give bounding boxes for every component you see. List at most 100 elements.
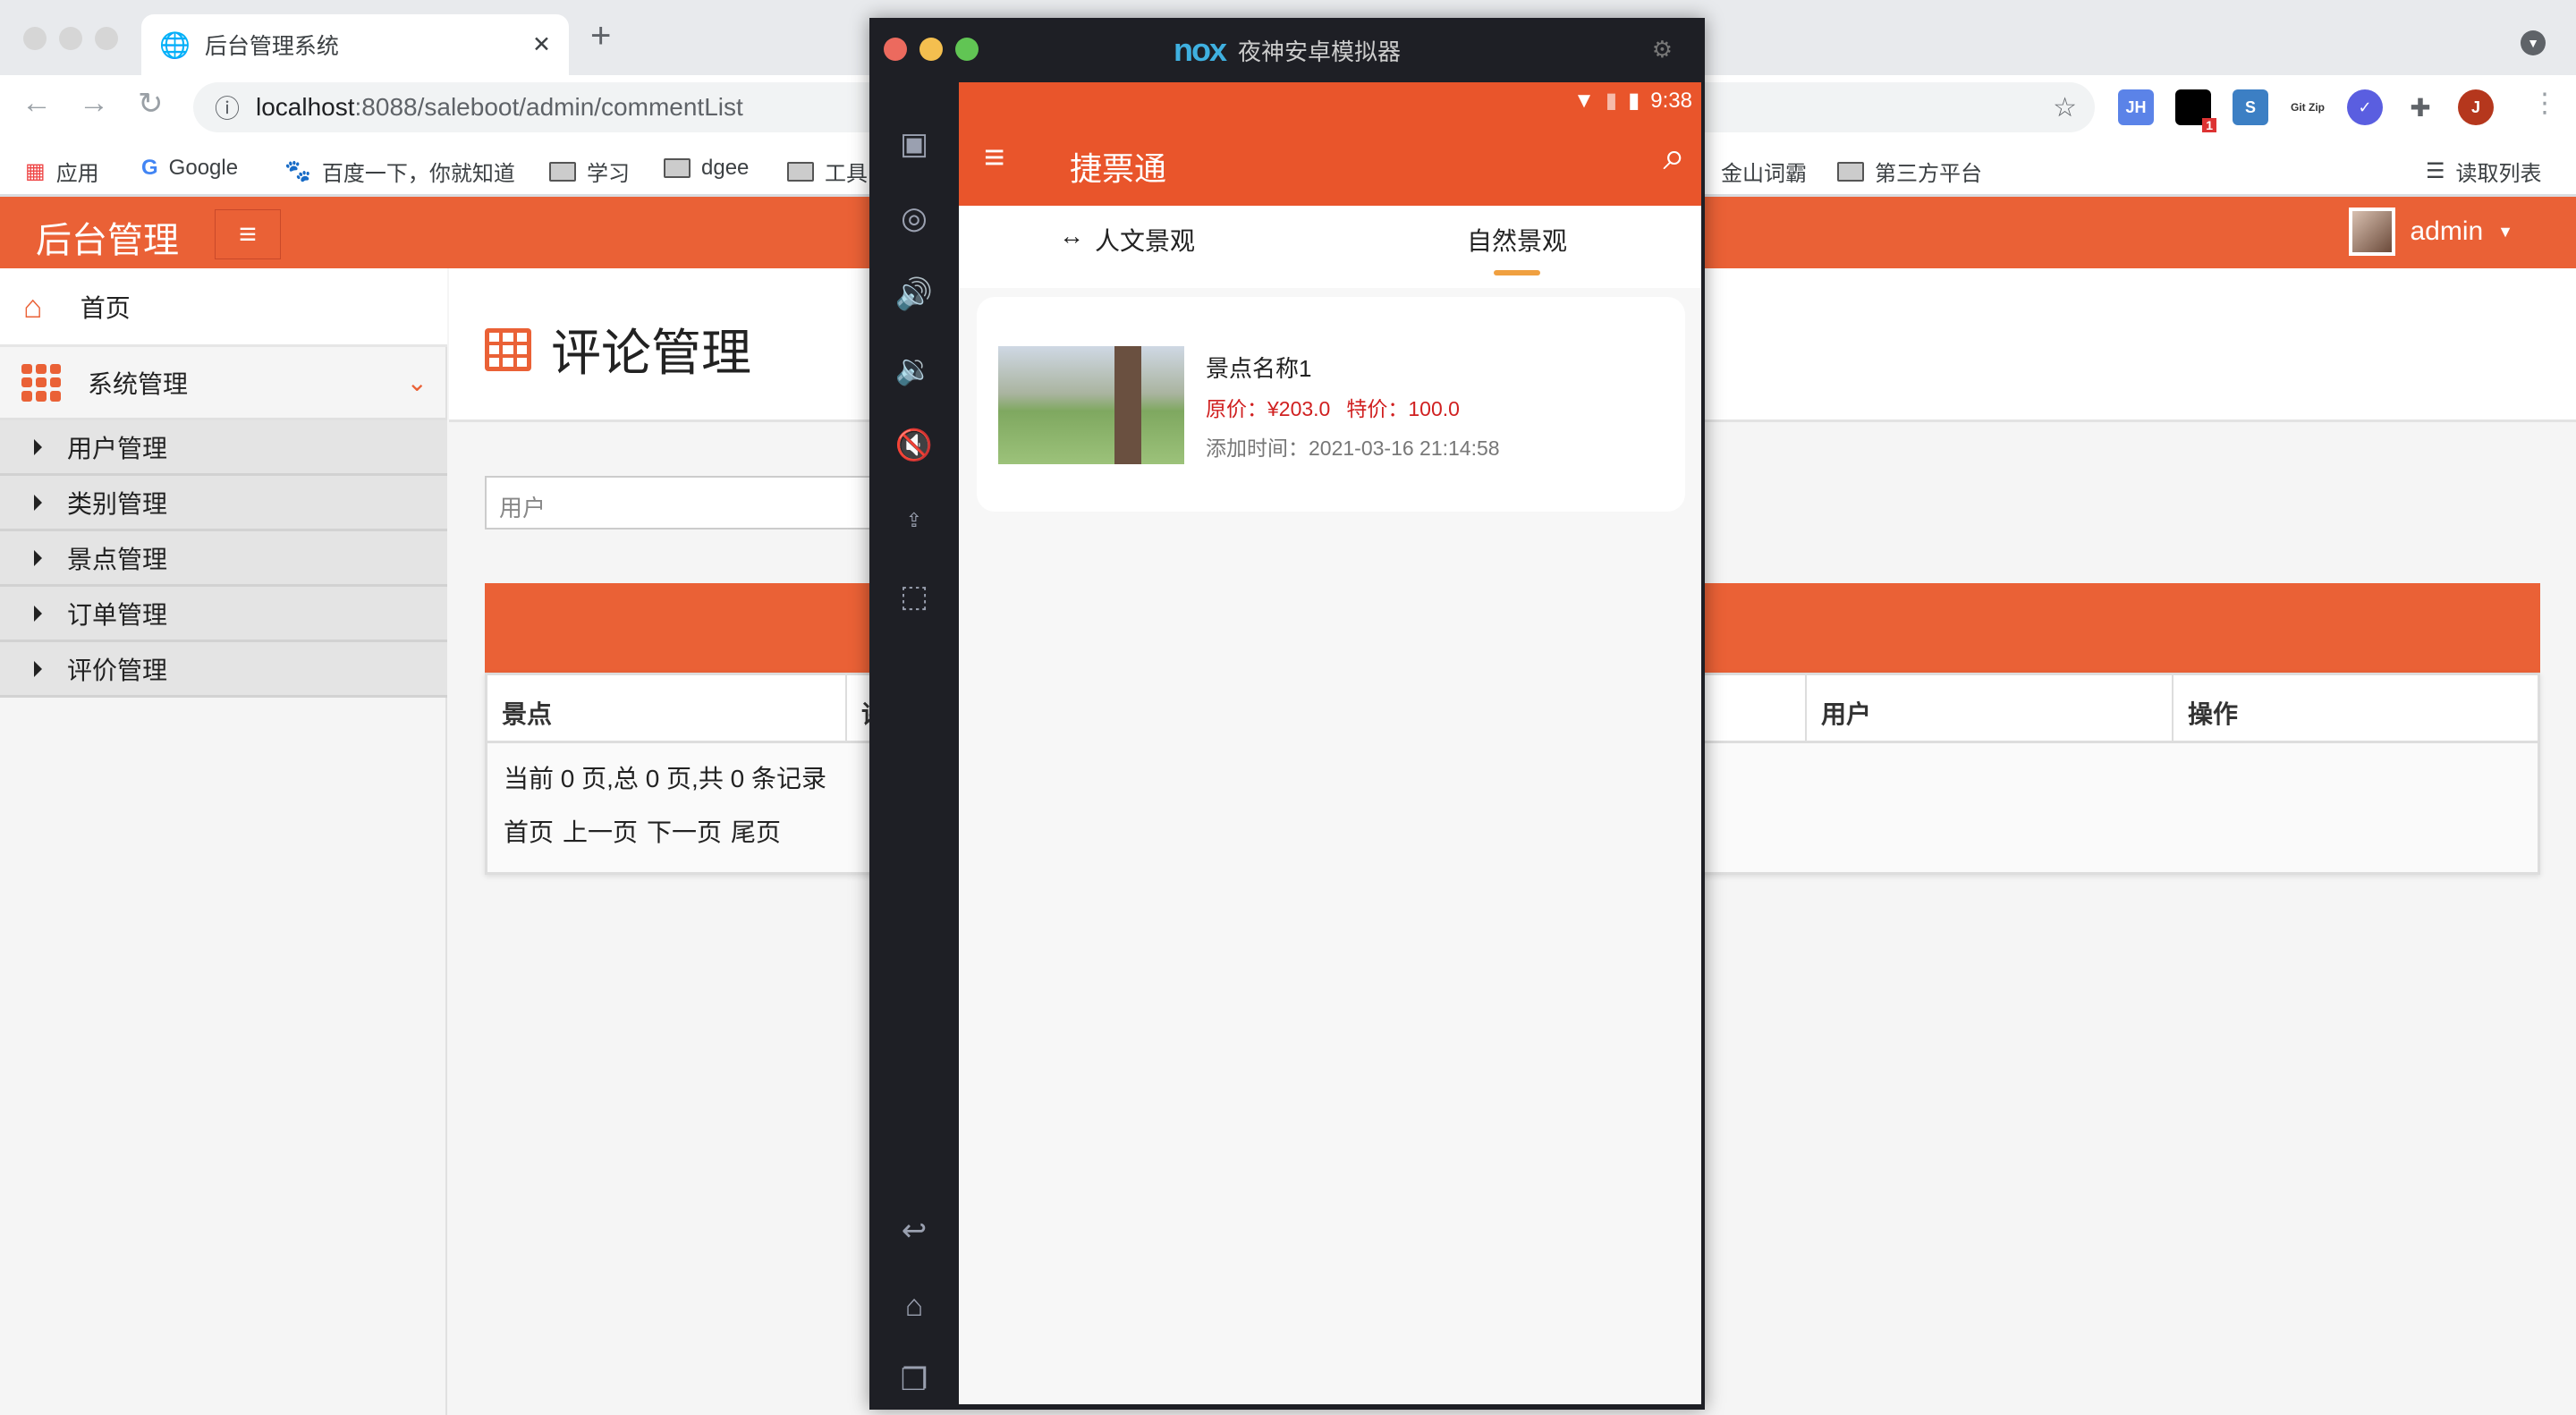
baidu-paw-icon: 🐾 — [284, 159, 311, 183]
spot-prices: 原价：¥203.0 特价：100.0 — [1206, 392, 1460, 422]
active-tab-indicator — [1494, 270, 1540, 275]
added-time: 添加时间：2021-03-16 21:14:58 — [1206, 436, 1500, 460]
home-icon[interactable]: ⌂ — [893, 1284, 936, 1327]
extension-gitzip-icon[interactable]: Git Zip — [2290, 89, 2326, 125]
next-page-link[interactable]: 下一页 — [647, 813, 722, 849]
settings-gear-icon[interactable]: ⚙ — [1652, 36, 1673, 64]
tab-nature[interactable]: 自然景观 — [1467, 222, 1567, 275]
forward-icon[interactable]: → — [79, 86, 109, 121]
folder-icon — [664, 158, 691, 178]
nox-logo: nox — [1173, 31, 1227, 68]
reload-icon[interactable]: ↻ — [138, 86, 164, 122]
apps-grid-icon: ▦ — [25, 159, 46, 183]
status-bar: ▼ ▮ ▮ 9:38 — [1573, 88, 1692, 114]
last-page-link[interactable]: 尾页 — [731, 813, 781, 849]
extension-s-icon[interactable]: S — [2233, 89, 2268, 125]
bookmark-folder[interactable]: 第三方平台 — [1837, 156, 1982, 187]
app-brand[interactable]: 后台管理 — [36, 211, 179, 263]
close-tab-icon[interactable]: ✕ — [532, 31, 551, 58]
bookmark-label: 学习 — [587, 162, 630, 186]
extension-check-icon[interactable]: ✓ — [2347, 89, 2383, 125]
location-icon[interactable]: ◎ — [893, 197, 936, 240]
keyboard-robot-icon[interactable]: ▣ — [893, 123, 936, 165]
back-icon[interactable]: ← — [21, 86, 52, 121]
sidebar-item-home[interactable]: ⌂ 首页 — [0, 268, 447, 347]
bookmark-label: 金山词霸 — [1721, 162, 1807, 186]
url-host: localhost — [256, 93, 355, 121]
sidebar-item-reviews[interactable]: 评价管理 — [0, 642, 447, 698]
browser-menu-icon[interactable]: ⋮ — [2531, 88, 2558, 119]
extension-badge: 1 — [2202, 118, 2216, 132]
window-close-button[interactable] — [23, 27, 47, 50]
screen-record-icon[interactable]: ⬚ — [893, 575, 936, 618]
apk-install-icon[interactable]: ⇪ — [893, 499, 936, 542]
apps-grid-icon — [21, 363, 61, 402]
hamburger-icon[interactable]: ≡ — [984, 138, 1004, 178]
caret-right-icon — [34, 660, 42, 677]
bookmark-google[interactable]: G Google — [141, 156, 238, 181]
spot-card[interactable]: 景点名称1 原价：¥203.0 特价：100.0 添加时间：2021-03-16… — [977, 297, 1685, 512]
mute-icon[interactable]: 🔇 — [893, 424, 936, 467]
pager: 首页 上一页 下一页 尾页 — [504, 813, 781, 849]
sidebar-item-users[interactable]: 用户管理 — [0, 420, 447, 476]
phone-app-title: 捷票通 — [1070, 150, 1167, 187]
sidebar-group-system[interactable]: 系统管理 ⌄ — [0, 347, 447, 420]
browser-tab[interactable]: 🌐 后台管理系统 ✕ — [141, 14, 569, 75]
bookmark-folder[interactable]: 工具 — [787, 156, 868, 187]
bookmark-label: 百度一下，你就知道 — [321, 162, 515, 186]
bookmark-jinshan[interactable]: 金山词霸 — [1721, 156, 1807, 187]
sidebar-item-label: 用户管理 — [67, 434, 168, 462]
home-icon: ⌂ — [23, 287, 43, 325]
bookmark-baidu[interactable]: 🐾 百度一下，你就知道 — [284, 156, 515, 187]
extensions-puzzle-icon[interactable]: ✚ — [2402, 89, 2438, 125]
bookmark-label: 应用 — [55, 162, 99, 186]
volume-up-icon[interactable]: 🔊 — [893, 273, 936, 316]
search-icon[interactable]: ⌕ — [1663, 134, 1685, 179]
table-icon — [485, 327, 531, 371]
sidebar-toggle-button[interactable]: ≡ — [215, 209, 281, 259]
sidebar-item-spots[interactable]: 景点管理 — [0, 531, 447, 587]
profile-avatar[interactable]: J — [2458, 89, 2494, 125]
sidebar-item-label: 景点管理 — [67, 545, 168, 573]
bookmark-label: 第三方平台 — [1875, 162, 1982, 186]
new-tab-button[interactable]: + — [590, 16, 611, 56]
user-menu[interactable]: admin ▼ — [2349, 208, 2513, 256]
folder-icon — [549, 161, 576, 182]
wifi-icon: ▼ — [1573, 88, 1595, 113]
url-path: :8088/saleboot/admin/commentList — [354, 93, 743, 121]
window-zoom-button[interactable] — [95, 27, 118, 50]
user-search-input[interactable]: 用户 — [485, 476, 932, 530]
window-minimize-button[interactable] — [59, 27, 82, 50]
extension-badge-icon[interactable]: 1 — [2175, 89, 2216, 132]
sidebar-item-label: 评价管理 — [67, 656, 168, 684]
sidebar-item-categories[interactable]: 类别管理 — [0, 476, 447, 531]
special-price: 特价：100.0 — [1346, 397, 1460, 420]
extension-jh-icon[interactable]: JH — [2118, 89, 2154, 125]
back-icon[interactable]: ↩ — [893, 1209, 936, 1252]
bookmark-star-icon[interactable]: ☆ — [2053, 92, 2077, 123]
volume-down-icon[interactable]: 🔉 — [893, 348, 936, 391]
hamburger-icon: ≡ — [239, 216, 257, 251]
reading-list-button[interactable]: ☰ 读取列表 — [2426, 156, 2542, 187]
tab-search-icon[interactable]: ▼ — [2521, 30, 2546, 55]
sidebar-item-label: 订单管理 — [67, 600, 168, 629]
first-page-link[interactable]: 首页 — [504, 813, 554, 849]
recent-apps-icon[interactable]: ❐ — [893, 1359, 936, 1402]
bookmark-folder[interactable]: dgee — [664, 156, 749, 181]
tab-label: 自然景观 — [1467, 227, 1568, 255]
bookmark-label: 工具 — [825, 162, 868, 186]
sidebar-group-label: 系统管理 — [88, 369, 189, 398]
page-title: 评论管理 — [485, 313, 751, 386]
bookmark-apps[interactable]: ▦ 应用 — [25, 156, 99, 187]
tab-culture[interactable]: ↔ 人文景观 — [1059, 222, 1195, 258]
bookmark-folder[interactable]: 学习 — [549, 156, 630, 187]
reading-list-icon: ☰ — [2426, 159, 2445, 183]
arrows-horizontal-icon: ↔ — [1059, 222, 1084, 250]
pagination-info: 当前 0 页,总 0 页,共 0 条记录 — [504, 765, 826, 792]
emulator-titlebar: nox 夜神安卓模拟器 — [869, 18, 1705, 82]
column-header-user: 用户 — [1807, 675, 2174, 743]
caret-right-icon — [34, 549, 42, 566]
sidebar-item-orders[interactable]: 订单管理 — [0, 587, 447, 642]
prev-page-link[interactable]: 上一页 — [563, 813, 638, 849]
google-icon: G — [141, 156, 158, 180]
